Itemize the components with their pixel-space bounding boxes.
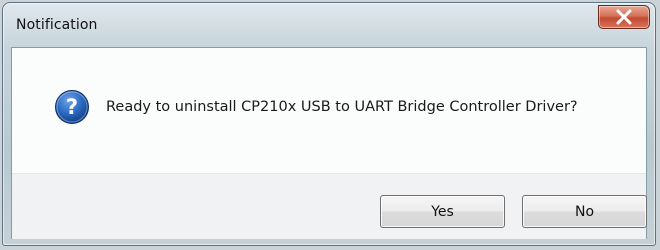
button-area: Yes No — [12, 173, 647, 239]
yes-button[interactable]: Yes — [380, 195, 505, 228]
message-text: Ready to uninstall CP210x USB to UART Br… — [106, 99, 578, 115]
message-row: ? Ready to uninstall CP210x USB to UART … — [54, 88, 578, 126]
close-icon — [599, 6, 649, 28]
notification-dialog: Notification ? Ready to uninstall CP210x… — [2, 2, 656, 246]
window-title: Notification — [16, 17, 98, 33]
title-bar[interactable]: Notification — [3, 3, 655, 47]
close-button[interactable] — [598, 5, 650, 29]
question-icon: ? — [54, 89, 90, 125]
no-button[interactable]: No — [522, 195, 647, 228]
svg-text:?: ? — [66, 95, 78, 119]
dialog-content: ? Ready to uninstall CP210x USB to UART … — [11, 47, 647, 239]
